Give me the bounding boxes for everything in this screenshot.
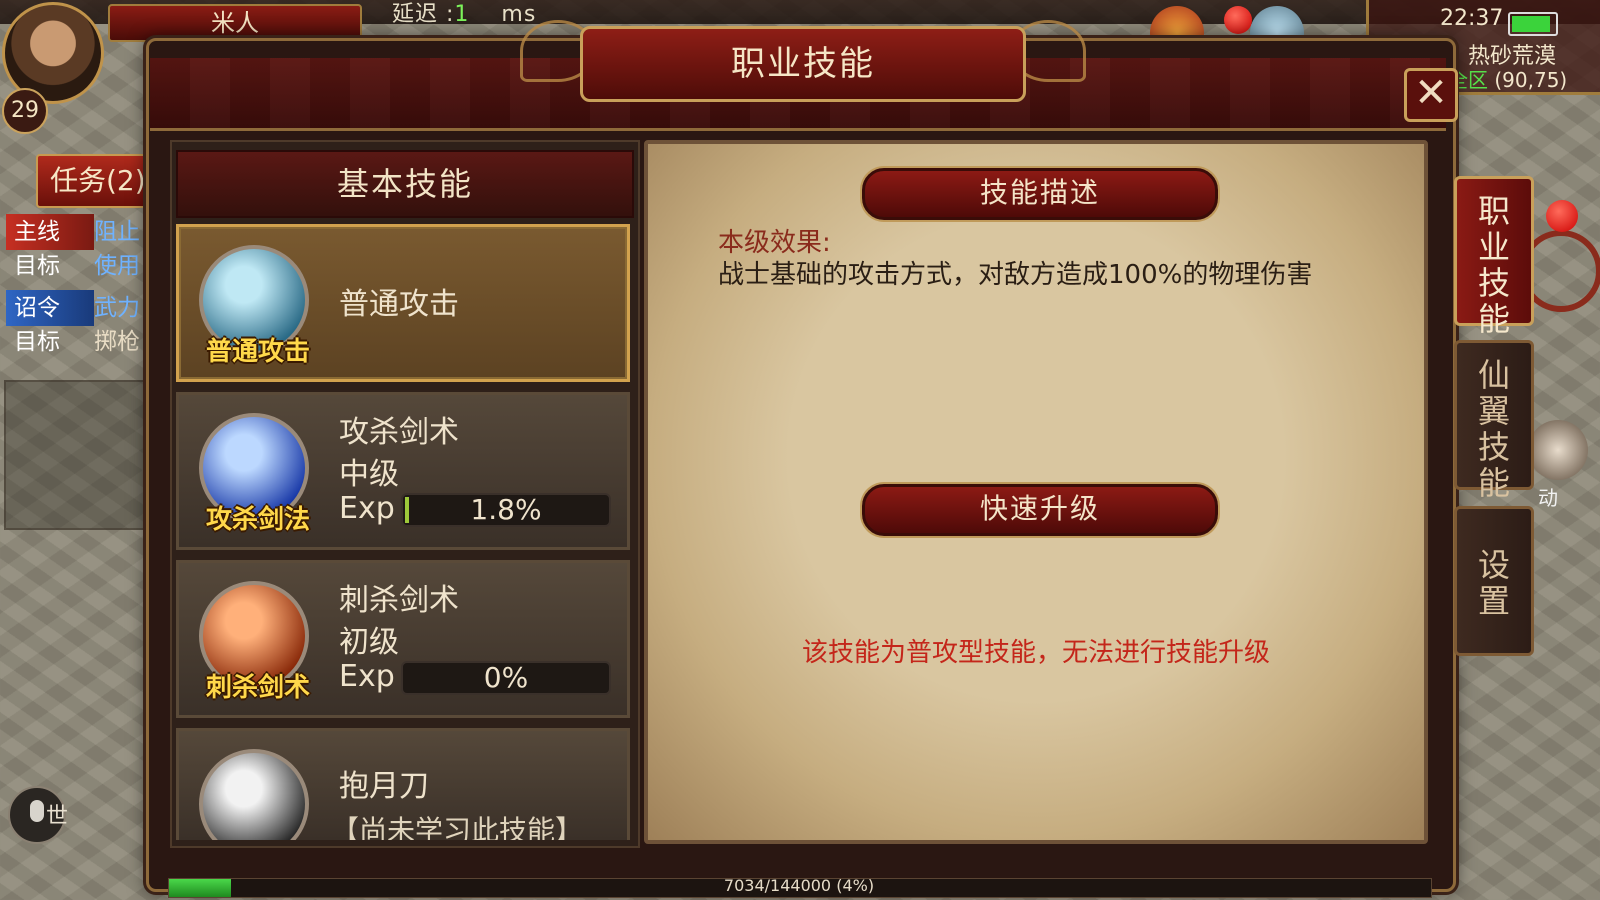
skill-exp-percent: 0% [483, 661, 529, 694]
player-exp-text: 7034/144000 (4%) [723, 876, 875, 895]
crescent-moon-skill-icon [199, 749, 309, 840]
upgrade-notice: 该技能为普攻型技能，无法进行技能升级 [801, 638, 1270, 668]
skill-name: 普通攻击 [339, 287, 459, 322]
skill-rank: 初级 [339, 625, 399, 660]
battery-icon [1508, 12, 1558, 36]
skill-name: 刺杀剑术 [339, 583, 459, 618]
quick-upgrade-ribbon[interactable]: 快速升级 [862, 484, 1218, 536]
skill-icon-caption: 刺杀剑术 [205, 673, 310, 703]
skill-card-thrust-sword[interactable]: 刺杀剑术 刺杀剑术 初级 Exp 0% [176, 560, 630, 718]
skill-card-basic-attack[interactable]: 普通攻击 普通攻击 [176, 224, 630, 382]
clock: 22:37 [1440, 6, 1504, 31]
skill-card-moon-blade[interactable]: 抱月刀 【尚未学习此技能】 [176, 728, 630, 840]
effect-description: 战士基础的攻击方式，对敌方造成100%的物理伤害 [718, 260, 1313, 290]
skill-icon-caption: 普通攻击 [205, 337, 310, 367]
skill-name: 攻杀剑术 [339, 415, 459, 450]
skill-exp-label: Exp [339, 659, 395, 694]
skill-icon-caption: 攻杀剑法 [205, 505, 310, 535]
close-button[interactable]: ✕ [1404, 68, 1458, 122]
battery-level [1512, 16, 1550, 32]
skill-exp-label: Exp [339, 491, 395, 526]
skill-description-ribbon: 技能描述 [862, 168, 1218, 220]
skill-exp-bar: 0% [401, 661, 611, 695]
skill-list-scroll[interactable]: 普通攻击 普通攻击 攻杀剑法 攻杀剑术 中级 Exp 1.8% 刺杀剑术 刺杀剑… [0, 0, 640, 840]
activity-label: 动 [1538, 486, 1558, 510]
tab-class-skills[interactable]: 职业技能 [1454, 176, 1534, 337]
skill-exp-percent: 1.8% [470, 493, 542, 526]
skill-unlearned-note: 【尚未学习此技能】 [331, 814, 584, 840]
map-coordinates: 全区 (90,75) [1448, 64, 1567, 93]
skill-exp-bar: 1.8% [401, 493, 611, 527]
skill-card-attack-sword[interactable]: 攻杀剑法 攻杀剑术 中级 Exp 1.8% [176, 392, 630, 550]
window-title: 职业技能 [580, 26, 1026, 102]
tab-settings[interactable]: 设置 [1454, 506, 1534, 656]
notification-dot [1546, 200, 1578, 232]
tab-wing-skills[interactable]: 仙翼技能 [1454, 340, 1534, 501]
notification-dot [1224, 6, 1252, 34]
skill-name: 抱月刀 [339, 769, 429, 804]
skill-rank: 中级 [339, 457, 399, 492]
map-coords-value: (90,75) [1494, 68, 1568, 92]
activity-icon[interactable] [1528, 420, 1588, 480]
